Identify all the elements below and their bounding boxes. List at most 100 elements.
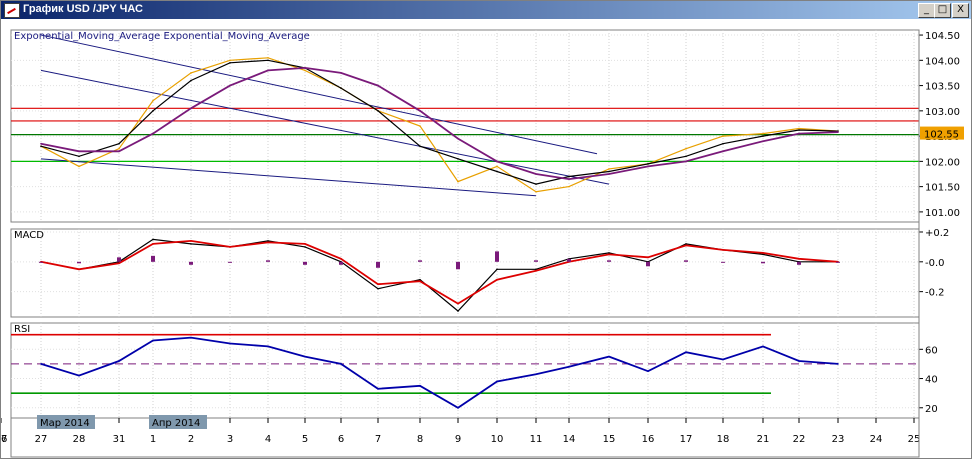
macd-histogram-bar xyxy=(339,261,343,265)
price-ema-fast-point xyxy=(40,145,42,148)
macd-histogram-bar xyxy=(228,261,232,263)
macd-histogram-bar xyxy=(684,260,688,262)
price-ema-slow-point xyxy=(419,110,421,112)
macd-macd-point xyxy=(377,287,379,290)
macd-signal-point xyxy=(152,243,154,245)
macd-histogram-bar xyxy=(797,261,801,265)
x-tick-label: 5 xyxy=(302,434,308,445)
close-button[interactable]: X xyxy=(952,3,969,18)
x-tick-label: 18 xyxy=(717,434,730,445)
price-ema-fast-point xyxy=(190,79,192,82)
price-ema-slow-point xyxy=(304,67,306,69)
month-label: Мар 2014 xyxy=(40,418,90,429)
rsi-rsi-point xyxy=(722,358,724,361)
rsi-rsi-point xyxy=(304,355,306,358)
y-tick-label: 104.00 xyxy=(925,56,960,67)
macd-histogram-bar xyxy=(39,261,43,263)
macd-signal-point xyxy=(78,268,80,271)
price-ema-fast-point xyxy=(457,158,459,160)
macd-histogram-bar xyxy=(721,261,725,263)
price-ema-fast-point xyxy=(685,155,687,158)
macd-histogram-bar xyxy=(151,255,155,262)
price-ema-slow-point xyxy=(267,69,269,72)
x-tick-label: 7 xyxy=(375,434,381,445)
price-price-point xyxy=(568,185,570,188)
macd-macd-point xyxy=(685,243,687,245)
x-tick-label: 22 xyxy=(793,434,806,445)
macd-signal-point xyxy=(190,240,192,242)
price-ema-fast-point xyxy=(377,110,379,112)
price-ema-fast-point xyxy=(229,62,231,64)
last-price-label: 102.55 xyxy=(924,130,959,141)
macd-macd-point xyxy=(190,243,192,245)
x-tick-label: 10 xyxy=(491,434,504,445)
price-ema-slow-point xyxy=(837,131,839,133)
rsi-rsi-point xyxy=(568,366,570,368)
x-tick-label: 16 xyxy=(642,434,655,445)
price-ema-slow-point xyxy=(118,150,120,153)
macd-signal-point xyxy=(377,283,379,285)
chart-window: График USD /JPY ЧАС _ □ X 104.50 104.00 10… xyxy=(0,0,972,459)
y-tick-label: -0.0 xyxy=(925,258,945,269)
macd-signal-point xyxy=(229,246,231,248)
price-ema-slow-point xyxy=(40,142,42,145)
price-ema-fast-point xyxy=(340,87,342,89)
y-tick-label: -0.2 xyxy=(925,288,945,299)
price-ema-fast-point xyxy=(267,59,269,62)
y-tick-label: 60 xyxy=(925,345,938,356)
price-price-point xyxy=(722,135,724,137)
macd-macd-point xyxy=(152,238,154,241)
macd-signal-point xyxy=(340,258,342,260)
chart-canvas[interactable]: 104.50104.00103.50103.00102.50102.00101.… xyxy=(1,19,971,458)
macd-histogram-bar xyxy=(761,261,765,264)
rsi-rsi-point xyxy=(608,355,610,358)
price-ema-fast-point xyxy=(798,129,800,131)
macd-histogram-bar xyxy=(567,258,571,262)
x-tick-label: 25 xyxy=(908,434,921,445)
x-tick-label: 1 xyxy=(150,434,156,445)
price-price-point xyxy=(685,147,687,150)
rsi-rsi-point xyxy=(837,363,839,365)
rsi-rsi-point xyxy=(647,370,649,373)
title-bar[interactable]: График USD /JPY ЧАС _ □ X xyxy=(1,1,971,19)
x-tick-label: 8 xyxy=(417,434,423,445)
price-ema-slow-point xyxy=(568,178,570,180)
macd-histogram-bar xyxy=(189,261,193,265)
price-ema-slow-point xyxy=(722,150,724,153)
macd-macd-point xyxy=(419,278,421,281)
price-price-point xyxy=(608,168,610,170)
maximize-button[interactable]: □ xyxy=(934,3,951,18)
price-ema-slow-point xyxy=(457,137,459,140)
macd-macd-point xyxy=(304,246,306,248)
rsi-rsi-point xyxy=(78,374,80,377)
minimize-button[interactable]: _ xyxy=(918,3,935,18)
macd-macd-point xyxy=(457,310,459,312)
price-price-point xyxy=(267,56,269,59)
price-ema-slow-point xyxy=(190,107,192,110)
price-ema-fast-point xyxy=(152,110,154,112)
macd-signal-point xyxy=(304,243,306,245)
price-ema-slow-point xyxy=(647,165,649,168)
price-ema-slow-point xyxy=(608,173,610,175)
price-ema-slow-point xyxy=(377,84,379,87)
rsi-rsi-point xyxy=(118,360,120,362)
macd-histogram-bar xyxy=(836,261,840,263)
price-ema-slow-point xyxy=(535,173,537,175)
macd-signal-point xyxy=(798,258,800,260)
y-tick-label: 104.50 xyxy=(925,31,960,42)
macd-panel-title: MACD xyxy=(14,230,44,241)
rsi-rsi-point xyxy=(419,385,421,387)
macd-histogram-bar xyxy=(495,251,499,262)
macd-signal-point xyxy=(685,244,687,247)
price-ema-fast-point xyxy=(568,175,570,178)
macd-histogram-bar xyxy=(607,260,611,262)
month-label: Апр 2014 xyxy=(152,418,200,429)
rsi-rsi-point xyxy=(496,380,498,383)
rsi-rsi-point xyxy=(798,360,800,362)
rsi-rsi-point xyxy=(457,406,459,409)
macd-histogram-bar xyxy=(418,260,422,262)
x-tick-label: 21 xyxy=(757,434,770,445)
x-tick-label: 2 xyxy=(188,434,194,445)
macd-histogram-bar xyxy=(376,261,380,268)
macd-signal-point xyxy=(267,241,269,244)
